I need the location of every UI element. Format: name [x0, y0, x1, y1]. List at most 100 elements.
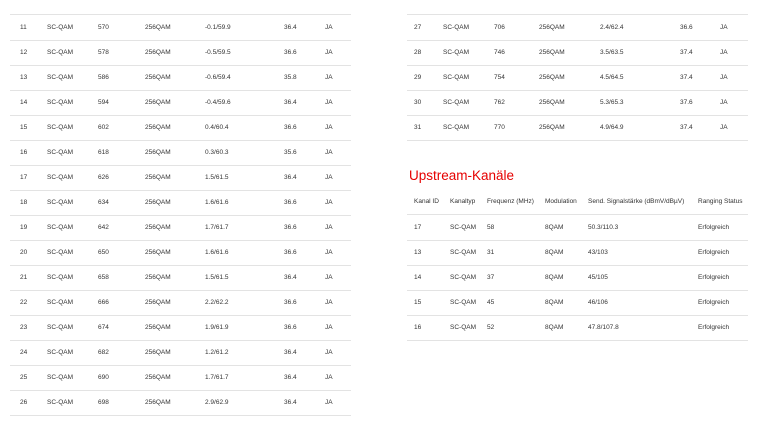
downstream-cell-channel-type: SC-QAM — [47, 149, 73, 156]
downstream-cell-frequency: 674 — [98, 324, 109, 331]
downstream-cell-frequency: 706 — [494, 24, 505, 31]
row-divider — [10, 290, 351, 291]
downstream-cell-frequency: 642 — [98, 224, 109, 231]
downstream-cell-power-level: 5.3/65.3 — [600, 99, 624, 106]
downstream-cell-modulation: 256QAM — [145, 74, 171, 81]
upstream-header-frequency: Frequenz (MHz) — [487, 198, 534, 205]
downstream-cell-power-level: 2.9/62.9 — [205, 399, 229, 406]
downstream-cell-modulation: 256QAM — [145, 224, 171, 231]
upstream-cell-frequency: 31 — [487, 249, 495, 256]
downstream-cell-channel-type: SC-QAM — [47, 49, 73, 56]
downstream-cell-channel-id: 21 — [20, 274, 28, 281]
downstream-cell-locked: JA — [325, 274, 333, 281]
downstream-cell-locked: JA — [325, 324, 333, 331]
downstream-cell-modulation: 256QAM — [145, 249, 171, 256]
upstream-cell-ranging-status: Erfolgreich — [698, 224, 730, 231]
upstream-cell-channel-id: 13 — [414, 249, 422, 256]
downstream-cell-channel-type: SC-QAM — [47, 224, 73, 231]
downstream-cell-power-level: 1.2/61.2 — [205, 349, 229, 356]
downstream-cell-modulation: 256QAM — [145, 299, 171, 306]
downstream-cell-snr: 36.4 — [284, 374, 297, 381]
upstream-cell-modulation: 8QAM — [545, 324, 564, 331]
upstream-header-channel-type: Kanaltyp — [450, 198, 476, 205]
downstream-cell-snr: 36.6 — [284, 199, 297, 206]
row-divider — [10, 190, 351, 191]
upstream-cell-modulation: 8QAM — [545, 299, 564, 306]
downstream-cell-channel-type: SC-QAM — [443, 74, 469, 81]
downstream-cell-channel-id: 19 — [20, 224, 28, 231]
downstream-cell-channel-id: 18 — [20, 199, 28, 206]
downstream-cell-channel-id: 24 — [20, 349, 28, 356]
downstream-cell-locked: JA — [325, 349, 333, 356]
upstream-cell-ranging-status: Erfolgreich — [698, 249, 730, 256]
downstream-cell-power-level: 2.4/62.4 — [600, 24, 624, 31]
downstream-cell-locked: JA — [325, 299, 333, 306]
downstream-cell-locked: JA — [325, 374, 333, 381]
row-divider — [10, 165, 351, 166]
upstream-cell-channel-type: SC-QAM — [450, 299, 476, 306]
downstream-cell-channel-type: SC-QAM — [443, 99, 469, 106]
downstream-cell-power-level: 1.7/61.7 — [205, 224, 229, 231]
downstream-cell-modulation: 256QAM — [539, 49, 565, 56]
downstream-cell-frequency: 690 — [98, 374, 109, 381]
upstream-cell-transmit-power: 45/105 — [588, 274, 608, 281]
downstream-cell-channel-id: 25 — [20, 374, 28, 381]
downstream-cell-channel-type: SC-QAM — [47, 349, 73, 356]
downstream-cell-modulation: 256QAM — [145, 149, 171, 156]
downstream-cell-modulation: 256QAM — [145, 274, 171, 281]
downstream-cell-channel-id: 26 — [20, 399, 28, 406]
downstream-cell-frequency: 762 — [494, 99, 505, 106]
row-divider — [407, 240, 748, 241]
downstream-cell-frequency: 770 — [494, 124, 505, 131]
downstream-cell-channel-id: 22 — [20, 299, 28, 306]
upstream-cell-transmit-power: 50.3/110.3 — [588, 224, 619, 231]
downstream-cell-channel-type: SC-QAM — [47, 274, 73, 281]
downstream-cell-channel-type: SC-QAM — [47, 374, 73, 381]
row-divider — [10, 140, 351, 141]
downstream-cell-frequency: 618 — [98, 149, 109, 156]
downstream-cell-frequency: 602 — [98, 124, 109, 131]
upstream-cell-channel-type: SC-QAM — [450, 249, 476, 256]
downstream-cell-channel-id: 11 — [20, 24, 27, 31]
downstream-cell-power-level: 1.7/61.7 — [205, 374, 229, 381]
row-divider — [10, 65, 351, 66]
downstream-cell-locked: JA — [720, 124, 728, 131]
table-top-divider — [10, 14, 351, 15]
downstream-cell-channel-type: SC-QAM — [47, 199, 73, 206]
downstream-cell-channel-id: 31 — [414, 124, 422, 131]
upstream-cell-transmit-power: 47.8/107.8 — [588, 324, 619, 331]
downstream-cell-channel-id: 13 — [20, 74, 28, 81]
downstream-cell-channel-type: SC-QAM — [47, 249, 73, 256]
row-divider — [10, 115, 351, 116]
downstream-cell-power-level: 4.9/64.9 — [600, 124, 624, 131]
upstream-cell-channel-type: SC-QAM — [450, 274, 476, 281]
downstream-cell-channel-type: SC-QAM — [47, 324, 73, 331]
row-divider — [10, 365, 351, 366]
upstream-cell-channel-id: 14 — [414, 274, 422, 281]
downstream-cell-locked: JA — [325, 24, 333, 31]
downstream-cell-snr: 37.4 — [680, 74, 693, 81]
downstream-cell-snr: 37.4 — [680, 124, 693, 131]
downstream-cell-locked: JA — [325, 149, 333, 156]
downstream-cell-channel-type: SC-QAM — [47, 24, 73, 31]
downstream-cell-modulation: 256QAM — [539, 99, 565, 106]
downstream-cell-locked: JA — [325, 49, 333, 56]
downstream-cell-snr: 36.4 — [284, 99, 297, 106]
row-divider — [10, 215, 351, 216]
downstream-cell-snr: 36.4 — [284, 399, 297, 406]
downstream-cell-channel-id: 28 — [414, 49, 422, 56]
downstream-cell-channel-id: 15 — [20, 124, 28, 131]
downstream-cell-channel-type: SC-QAM — [47, 399, 73, 406]
table-top-divider — [407, 14, 748, 15]
downstream-cell-frequency: 698 — [98, 399, 109, 406]
downstream-cell-channel-id: 27 — [414, 24, 422, 31]
downstream-cell-frequency: 634 — [98, 199, 109, 206]
downstream-cell-modulation: 256QAM — [145, 99, 171, 106]
downstream-cell-channel-type: SC-QAM — [443, 49, 469, 56]
downstream-cell-power-level: -0.4/59.6 — [205, 99, 231, 106]
upstream-cell-frequency: 52 — [487, 324, 495, 331]
downstream-cell-modulation: 256QAM — [539, 24, 565, 31]
downstream-cell-channel-type: SC-QAM — [47, 99, 73, 106]
upstream-cell-modulation: 8QAM — [545, 249, 564, 256]
downstream-cell-frequency: 626 — [98, 174, 109, 181]
